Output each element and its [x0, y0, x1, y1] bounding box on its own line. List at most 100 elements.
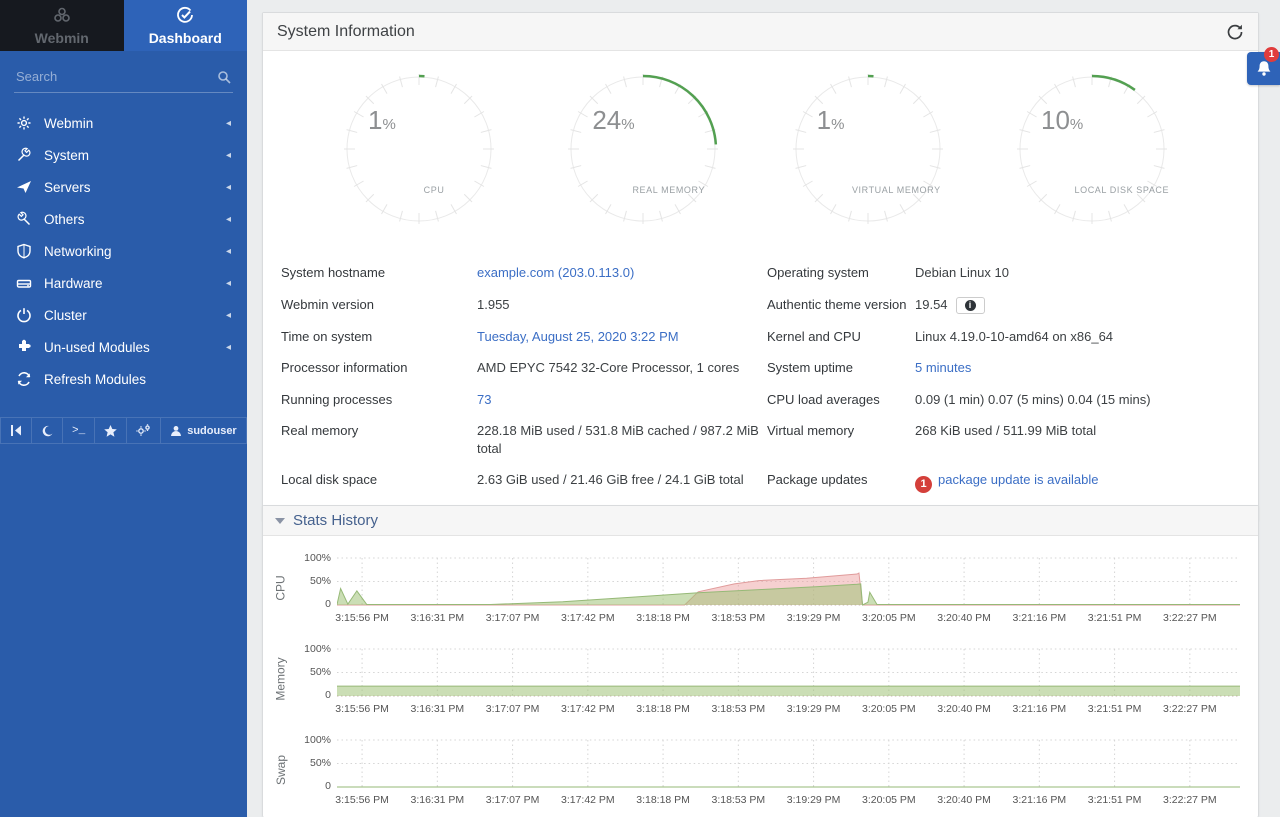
x-tick-label: 3:22:27 PM — [1163, 794, 1217, 806]
info-value: 268 KiB used / 511.99 MiB total — [915, 415, 1240, 464]
x-tick-label: 3:21:51 PM — [1088, 794, 1142, 806]
x-axis-labels: 3:15:56 PM3:16:31 PM3:17:07 PM3:17:42 PM… — [337, 612, 1240, 628]
x-tick-label: 3:16:31 PM — [410, 703, 464, 715]
info-label: CPU load averages — [767, 384, 915, 416]
chevron-left-icon: ◂ — [226, 278, 231, 289]
sidebar-item-webmin[interactable]: Webmin ◂ — [0, 107, 247, 139]
night-mode-button[interactable] — [32, 418, 63, 443]
x-tick-label: 3:20:40 PM — [937, 612, 991, 624]
running-processes-link[interactable]: 73 — [477, 392, 491, 407]
info-label: System uptime — [767, 352, 915, 384]
x-tick-label: 3:15:56 PM — [335, 612, 389, 624]
dashboard-gauge-icon — [176, 6, 194, 27]
x-tick-label: 3:16:31 PM — [410, 794, 464, 806]
username-label: sudouser — [187, 425, 237, 437]
x-tick-label: 3:22:27 PM — [1163, 703, 1217, 715]
webmin-cluster-icon — [53, 6, 71, 27]
theme-settings-button[interactable] — [127, 418, 161, 443]
notifications-tab[interactable]: 1 — [1247, 52, 1280, 85]
sidebar-item-system[interactable]: System ◂ — [0, 139, 247, 171]
sidebar-item-cluster[interactable]: Cluster ◂ — [0, 299, 247, 331]
system-time-link[interactable]: Tuesday, August 25, 2020 3:22 PM — [477, 329, 679, 344]
gears-icon — [136, 424, 151, 437]
sidebar-item-label: Networking — [44, 244, 112, 259]
gear-icon — [16, 115, 32, 131]
collapse-sidebar-button[interactable] — [0, 418, 32, 443]
chart-ylabel: Memory — [274, 657, 288, 700]
info-value: 228.18 MiB used / 531.8 MiB cached / 987… — [477, 415, 767, 464]
search-input[interactable] — [14, 65, 233, 86]
puzzle-icon — [16, 339, 32, 355]
info-value: Debian Linux 10 — [915, 257, 1240, 289]
sidebar-item-hardware[interactable]: Hardware ◂ — [0, 267, 247, 299]
x-tick-label: 3:16:31 PM — [410, 612, 464, 624]
info-label: Operating system — [767, 257, 915, 289]
tab-webmin-label: Webmin — [35, 30, 89, 46]
tools-icon — [16, 211, 32, 227]
sidebar-item-refresh-modules[interactable]: Refresh Modules — [0, 363, 247, 395]
uptime-link[interactable]: 5 minutes — [915, 360, 971, 375]
memory-history-chart: Memory 100% 50% 0 3:15:56 PM 3:16:31 PM 3:… — [269, 639, 1240, 719]
sidebar-item-label: Un-used Modules — [44, 340, 150, 355]
stats-history-header[interactable]: Stats History — [263, 506, 1258, 536]
info-label: Time on system — [281, 321, 477, 353]
info-value: 0.09 (1 min) 0.07 (5 mins) 0.04 (15 mins… — [915, 384, 1240, 416]
terminal-icon: >_ — [72, 425, 85, 437]
info-value: 2.63 GiB used / 21.46 GiB free / 24.1 Gi… — [477, 464, 767, 500]
chevron-left-icon: ◂ — [226, 310, 231, 321]
hostname-link[interactable]: example.com (203.0.113.0) — [477, 265, 634, 280]
x-tick-label: 3:18:18 PM — [636, 794, 690, 806]
plot-area: 3:15:56 PM3:16:31 PM3:17:07 PM3:17:42 PM… — [337, 730, 1240, 810]
info-label: Running processes — [281, 384, 477, 416]
info-label: Processor information — [281, 352, 477, 384]
favorites-button[interactable] — [95, 418, 127, 443]
theme-info-button[interactable]: i — [956, 297, 985, 314]
x-tick-label: 3:15:56 PM — [335, 703, 389, 715]
sidebar-item-label: Webmin — [44, 116, 93, 131]
refresh-icon — [16, 371, 32, 387]
sidebar-item-unused-modules[interactable]: Un-used Modules ◂ — [0, 331, 247, 363]
gauge-label: VIRTUAL MEMORY — [852, 185, 941, 195]
sidebar-item-others[interactable]: Others ◂ — [0, 203, 247, 235]
sidebar-item-label: System — [44, 148, 89, 163]
main-content: System Information 1% CPU 24% REAL MEMOR… — [247, 0, 1280, 817]
x-tick-label: 3:17:07 PM — [486, 612, 540, 624]
sidebar-item-label: Cluster — [44, 308, 87, 323]
x-tick-label: 3:21:16 PM — [1012, 794, 1066, 806]
y-axis: 100% 50% 0 — [293, 639, 337, 719]
chevron-left-icon: ◂ — [226, 182, 231, 193]
x-tick-label: 3:20:05 PM — [862, 612, 916, 624]
user-menu-button[interactable]: sudouser — [161, 418, 247, 443]
system-information-panel: System Information 1% CPU 24% REAL MEMOR… — [262, 12, 1259, 521]
gauge-local-disk-space: 10% LOCAL DISK SPACE — [1014, 69, 1170, 239]
terminal-button[interactable]: >_ — [63, 418, 95, 443]
stats-charts: CPU 100% 50% 0 3:15:56 PM3:16:31 PM3:17:… — [263, 536, 1258, 810]
power-icon — [16, 307, 32, 323]
x-tick-label: 3:18:53 PM — [711, 612, 765, 624]
search-icon — [217, 70, 231, 84]
chevron-left-icon: ◂ — [226, 118, 231, 129]
sidebar-item-networking[interactable]: Networking ◂ — [0, 235, 247, 267]
gauge-real-memory: 24% REAL MEMORY — [565, 69, 721, 239]
info-value: 1package update is available — [915, 464, 1240, 500]
package-update-link[interactable]: package update is available — [938, 472, 1098, 487]
y-axis: 100% 50% 0 — [293, 730, 337, 810]
x-tick-label: 3:19:29 PM — [787, 794, 841, 806]
info-icon: i — [965, 300, 976, 311]
x-tick-label: 3:21:51 PM — [1088, 703, 1142, 715]
tab-webmin[interactable]: Webmin — [0, 0, 124, 51]
gauge-value: 10% — [1041, 105, 1083, 136]
x-tick-label: 3:18:18 PM — [636, 703, 690, 715]
x-tick-label: 3:17:07 PM — [486, 794, 540, 806]
info-label: Kernel and CPU — [767, 321, 915, 353]
x-tick-label: 3:21:16 PM — [1012, 703, 1066, 715]
refresh-icon — [1226, 23, 1244, 41]
y-axis: 100% 50% 0 — [293, 548, 337, 628]
x-tick-label: 3:17:07 PM — [486, 703, 540, 715]
sidebar-search — [14, 65, 233, 93]
x-axis-labels: 3:15:56 PM3:16:31 PM3:17:07 PM3:17:42 PM… — [337, 703, 1240, 719]
sidebar-item-servers[interactable]: Servers ◂ — [0, 171, 247, 203]
tab-dashboard[interactable]: Dashboard — [124, 0, 248, 51]
refresh-page-button[interactable] — [1226, 23, 1244, 41]
gauge-cpu: 1% CPU — [341, 69, 497, 239]
